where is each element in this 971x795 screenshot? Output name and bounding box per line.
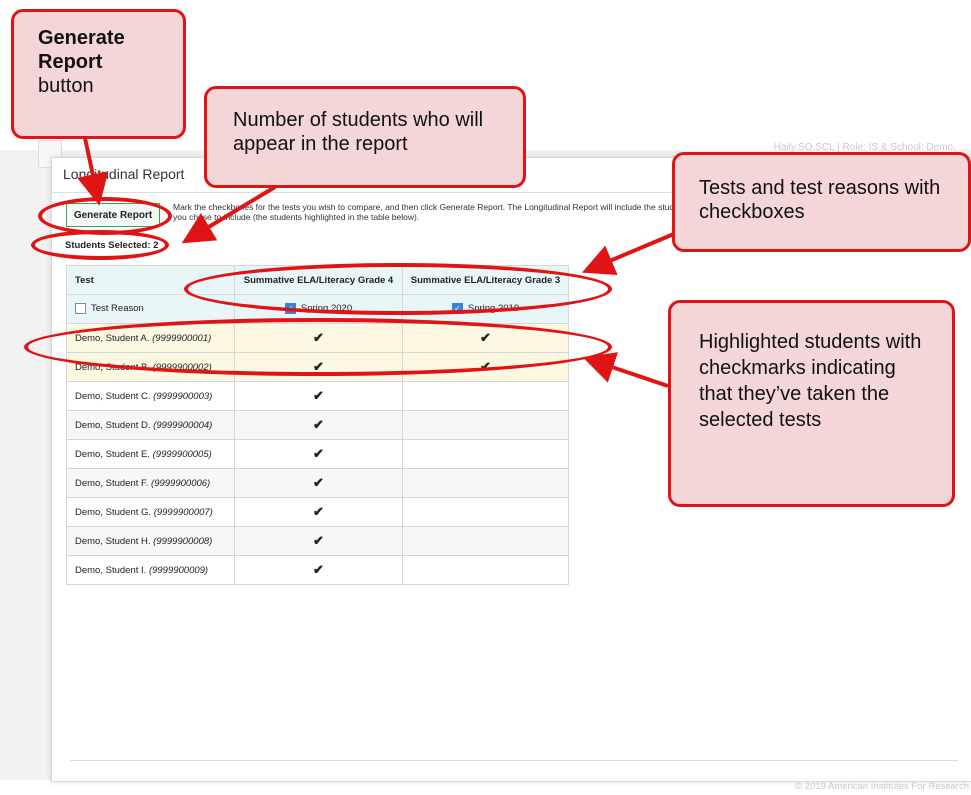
callout-generate-bold: Generate Report <box>38 27 125 73</box>
callout-students-count: Number of students who will appear in th… <box>204 86 526 188</box>
callout-students-count-text: Number of students who will appear in th… <box>233 109 484 155</box>
callout-highlighted-text: Highlighted students with checkmarks ind… <box>699 331 922 431</box>
arrow-count <box>181 185 277 244</box>
callout-highlighted-students: Highlighted students with checkmarks ind… <box>668 300 955 507</box>
callout-tests: Tests and test reasons with checkboxes <box>672 152 971 252</box>
arrow-generate <box>77 137 109 206</box>
arrow-highlighted <box>582 352 669 388</box>
callout-generate-rest: button <box>38 75 94 97</box>
callout-generate-report: Generate Report button <box>11 9 186 139</box>
callout-tests-text: Tests and test reasons with checkboxes <box>699 177 941 223</box>
